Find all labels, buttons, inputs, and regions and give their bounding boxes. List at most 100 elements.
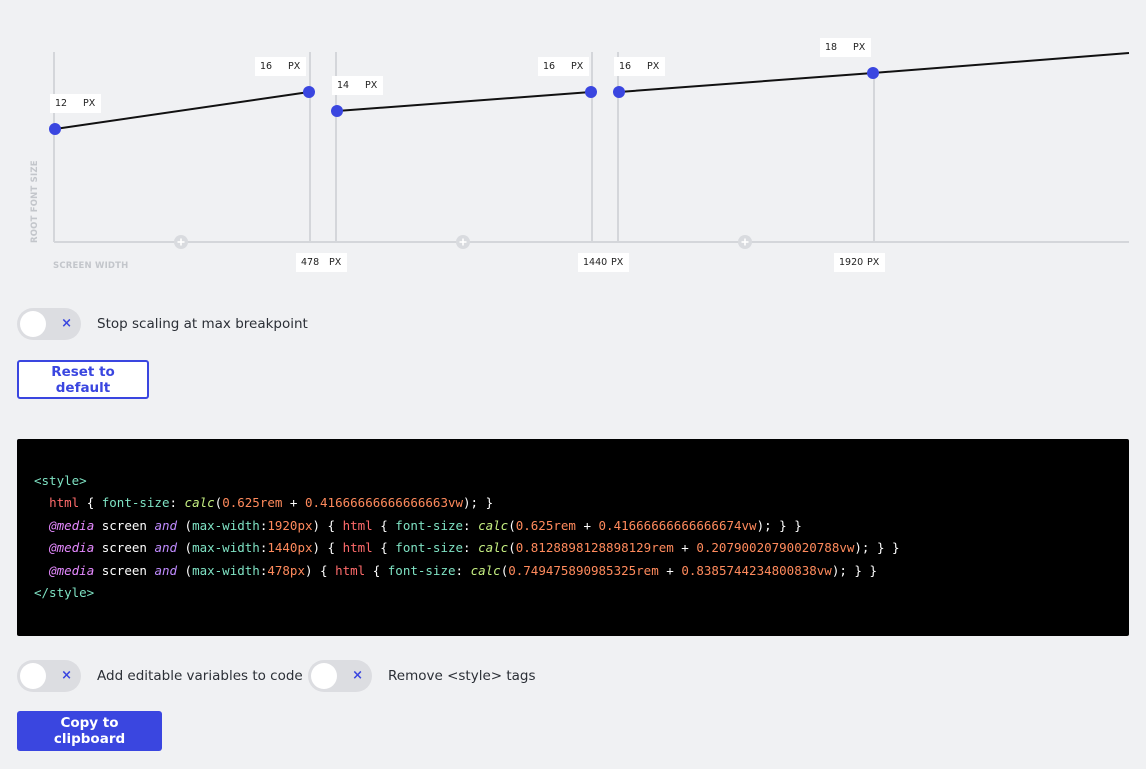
style-close-tag: </style>: [34, 585, 95, 601]
code-function: calc: [470, 562, 501, 578]
add-breakpoint-button[interactable]: [174, 235, 188, 249]
code-property: font-size: [395, 540, 464, 556]
font-size-input[interactable]: 14 PX: [332, 76, 384, 95]
unit-label: PX: [867, 257, 880, 268]
code-line: @media screen and (max-width:1440px) { h…: [49, 540, 900, 556]
stop-scaling-toggle[interactable]: ×: [17, 308, 81, 340]
unit-label: PX: [329, 257, 342, 268]
font-size-value[interactable]: 14: [332, 80, 365, 91]
code-media-type: screen: [101, 517, 147, 533]
font-size-handle[interactable]: [49, 123, 61, 135]
code-vw-value: 0.41666666666666663vw: [304, 495, 464, 511]
unit-label: PX: [83, 98, 96, 109]
x-axis-title: SCREEN WIDTH: [53, 261, 129, 271]
code-keyword: and: [154, 517, 178, 533]
code-breakpoint: 478px: [267, 562, 305, 578]
copy-to-clipboard-button[interactable]: Copy to clipboard: [17, 711, 162, 751]
unit-label: PX: [365, 80, 378, 91]
font-size-handle[interactable]: [585, 86, 597, 98]
add-breakpoint-button[interactable]: [456, 235, 470, 249]
code-breakpoint: 1440px: [267, 540, 313, 556]
code-function: calc: [478, 517, 509, 533]
style-open-tag: <style>: [34, 473, 87, 488]
breakpoint-value[interactable]: 1440: [578, 257, 611, 268]
font-size-value[interactable]: 16: [255, 61, 288, 72]
code-property: font-size: [387, 562, 456, 578]
code-selector: html: [342, 540, 373, 556]
code-rem-value: 0.749475890985325rem: [508, 562, 659, 578]
code-at-rule: @media: [49, 517, 95, 533]
editable-vars-toggle[interactable]: ×: [17, 660, 81, 692]
breakpoint-value[interactable]: 1920: [834, 257, 867, 268]
editable-vars-row: × Add editable variables to code: [17, 660, 303, 692]
toggle-knob: [311, 663, 337, 689]
stop-scaling-label: Stop scaling at max breakpoint: [97, 316, 308, 332]
code-media-type: screen: [101, 540, 147, 556]
font-size-input[interactable]: 16 PX: [538, 57, 590, 76]
code-media-type: screen: [101, 562, 147, 578]
code-keyword: and: [154, 562, 178, 578]
remove-style-label: Remove <style> tags: [388, 668, 536, 684]
font-size-value[interactable]: 12: [50, 98, 83, 109]
remove-style-toggle[interactable]: ×: [308, 660, 372, 692]
unit-label: PX: [288, 61, 301, 72]
code-output: <style> html { font-size: calc(0.625rem …: [17, 439, 1129, 636]
code-media-feature: max-width: [192, 517, 260, 533]
font-size-handle[interactable]: [331, 105, 343, 117]
code-function: calc: [184, 495, 215, 511]
toggle-knob: [20, 663, 46, 689]
code-media-feature: max-width: [192, 540, 260, 556]
code-rem-value: 0.8128898128898129rem: [515, 540, 674, 556]
code-breakpoint: 1920px: [267, 517, 313, 533]
unit-label: PX: [571, 61, 584, 72]
code-media-feature: max-width: [192, 562, 260, 578]
close-icon: ×: [352, 668, 363, 683]
font-size-input[interactable]: 12 PX: [50, 94, 102, 113]
font-size-handle[interactable]: [303, 86, 315, 98]
breakpoint-input[interactable]: 1440 PX: [578, 253, 630, 272]
code-selector: html: [49, 495, 80, 511]
code-selector: html: [335, 562, 366, 578]
code-line: <style>: [34, 470, 1129, 492]
editable-vars-label: Add editable variables to code: [97, 668, 303, 684]
code-vw-value: 0.8385744234800838vw: [681, 562, 832, 578]
breakpoint-value[interactable]: 478: [296, 257, 329, 268]
font-size-input[interactable]: 16 PX: [614, 57, 666, 76]
font-size-value[interactable]: 16: [538, 61, 571, 72]
code-line: </style>: [34, 582, 1129, 604]
code-rem-value: 0.625rem: [222, 495, 283, 511]
code-keyword: and: [154, 540, 178, 556]
breakpoint-input[interactable]: 478 PX: [296, 253, 348, 272]
code-function: calc: [478, 540, 509, 556]
code-line: @media screen and (max-width:478px) { ht…: [49, 562, 877, 578]
code-at-rule: @media: [49, 562, 95, 578]
unit-label: PX: [853, 42, 866, 53]
code-property: font-size: [395, 517, 464, 533]
font-size-value[interactable]: 16: [614, 61, 647, 72]
code-rem-value: 0.625rem: [515, 517, 576, 533]
toggle-knob: [20, 311, 46, 337]
close-icon: ×: [61, 316, 72, 331]
close-icon: ×: [61, 668, 72, 683]
code-at-rule: @media: [49, 540, 95, 556]
font-size-handle[interactable]: [613, 86, 625, 98]
font-size-handle[interactable]: [867, 67, 879, 79]
unit-label: PX: [611, 257, 624, 268]
add-breakpoint-button[interactable]: [738, 235, 752, 249]
breakpoint-input[interactable]: 1920 PX: [834, 253, 886, 272]
code-vw-value: 0.20790020790020788vw: [696, 540, 855, 556]
y-axis-title: ROOT FONT SIZE: [30, 160, 40, 243]
reset-button[interactable]: Reset to default: [17, 360, 149, 399]
code-property: font-size: [101, 495, 170, 511]
code-selector: html: [342, 517, 373, 533]
graph-canvas: ROOT FONT SIZE SCREEN WIDTH: [30, 52, 1130, 271]
font-scale-graph: ROOT FONT SIZE SCREEN WIDTH 12 PX 16 PX …: [0, 0, 1146, 290]
code-line: html { font-size: calc(0.625rem + 0.4166…: [49, 495, 494, 511]
unit-label: PX: [647, 61, 660, 72]
stop-scaling-row: × Stop scaling at max breakpoint: [17, 308, 308, 340]
font-size-value[interactable]: 18: [820, 42, 853, 53]
font-size-input[interactable]: 18 PX: [820, 38, 872, 57]
code-vw-value: 0.41666666666666674vw: [598, 517, 757, 533]
code-line: @media screen and (max-width:1920px) { h…: [49, 517, 802, 533]
font-size-input[interactable]: 16 PX: [255, 57, 307, 76]
